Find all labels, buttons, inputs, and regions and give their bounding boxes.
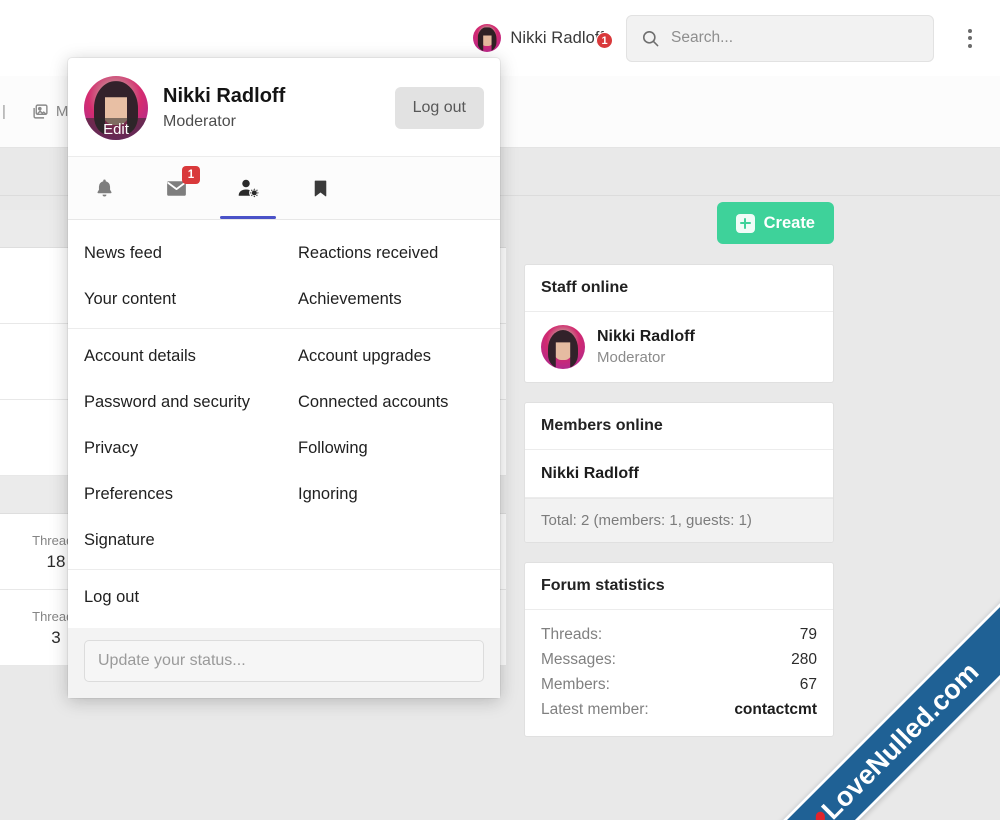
members-online-total: Total: 2 (members: 1, guests: 1) <box>525 498 833 542</box>
account-dropdown-header: Edit Nikki Radloff Moderator Log out <box>68 58 500 156</box>
menu-line: Password and security Connected accounts <box>68 379 500 425</box>
nav-divider: | <box>2 103 6 120</box>
menu-line: Preferences Ignoring <box>68 471 500 517</box>
edit-avatar-button[interactable]: Edit <box>84 118 148 140</box>
nav-item-label: M <box>55 103 69 120</box>
menu-item-preferences[interactable]: Preferences <box>68 471 282 517</box>
staff-member-role: Moderator <box>597 349 666 366</box>
menu-item-account-upgrades[interactable]: Account upgrades <box>282 333 496 379</box>
menu-item-account-details[interactable]: Account details <box>68 333 282 379</box>
user-menu-trigger[interactable]: Nikki Radloff 1 <box>473 24 614 52</box>
status-update-area <box>68 628 500 698</box>
members-online-title: Members online <box>525 403 833 450</box>
menu-line: Your content Achievements <box>68 276 500 322</box>
forum-statistics-title: Forum statistics <box>525 563 833 610</box>
account-dropdown-links: News feed Reactions received Your conten… <box>68 220 500 628</box>
menu-item-your-content[interactable]: Your content <box>68 276 282 322</box>
create-button-label: Create <box>763 213 815 232</box>
list-item[interactable]: Nikki Radloff Moderator <box>525 312 833 382</box>
stat-value: 67 <box>799 675 817 693</box>
forum-statistics-body: Threads: 79 Messages: 280 Members: 67 La… <box>525 610 833 736</box>
staff-online-block: Staff online Nikki Radloff Moderator <box>524 264 834 383</box>
media-icon <box>33 104 48 119</box>
create-button[interactable]: Create <box>716 202 834 244</box>
menu-line: Account details Account upgrades <box>68 333 500 379</box>
menu-item-connected-accounts[interactable]: Connected accounts <box>282 379 496 425</box>
search-icon <box>642 30 659 46</box>
avatar[interactable] <box>541 325 585 369</box>
more-vertical-icon[interactable] <box>948 16 992 60</box>
kebab-dot <box>968 28 972 33</box>
account-name: Nikki Radloff <box>163 84 286 107</box>
bell-icon <box>96 178 112 197</box>
menu-item-following[interactable]: Following <box>282 425 496 471</box>
menu-line: News feed Reactions received <box>68 230 500 276</box>
forum-statistics-block: Forum statistics Threads: 79 Messages: 2… <box>524 562 834 737</box>
status-badge: 1 <box>596 32 613 49</box>
menu-item-empty <box>282 517 496 563</box>
menu-group: Log out <box>68 570 500 626</box>
menu-item-password-and-security[interactable]: Password and security <box>68 379 282 425</box>
tab-bookmarks[interactable] <box>284 157 356 219</box>
search-placeholder: Search... <box>671 29 734 46</box>
sidebar: Create Staff online Nikki Radloff Modera… <box>524 202 834 756</box>
plus-icon <box>735 213 755 233</box>
search-input[interactable]: Search... <box>626 14 934 62</box>
staff-member-name[interactable]: Nikki Radloff <box>597 326 695 347</box>
account-role: Moderator <box>163 112 236 130</box>
member-name[interactable]: Nikki Radloff <box>541 463 639 484</box>
stat-line: Messages: 280 <box>541 647 817 672</box>
menu-group: News feed Reactions received Your conten… <box>68 226 500 329</box>
menu-item-reactions-received[interactable]: Reactions received <box>282 230 496 276</box>
menu-item-achievements[interactable]: Achievements <box>282 276 496 322</box>
menu-item-ignoring[interactable]: Ignoring <box>282 471 496 517</box>
stat-line: Members: 67 <box>541 672 817 697</box>
user-name-label: Nikki Radloff <box>510 28 604 47</box>
menu-item-log-out[interactable]: Log out <box>68 574 282 620</box>
heart-icon <box>805 815 826 820</box>
stat-key: Members: <box>541 675 610 693</box>
account-dropdown: Edit Nikki Radloff Moderator Log out 1 N… <box>68 58 500 698</box>
user-gear-icon <box>238 179 259 197</box>
members-online-block: Members online Nikki Radloff Total: 2 (m… <box>524 402 834 543</box>
staff-online-title: Staff online <box>525 265 833 312</box>
bookmark-icon <box>314 180 326 196</box>
avatar[interactable] <box>473 24 502 52</box>
menu-item-privacy[interactable]: Privacy <box>68 425 282 471</box>
status-badge: 1 <box>182 166 200 184</box>
stat-line: Latest member: contactcmt <box>541 697 817 722</box>
stat-line: Threads: 79 <box>541 622 817 647</box>
list-item[interactable]: Nikki Radloff <box>525 450 833 498</box>
stat-key: Latest member: <box>541 700 649 718</box>
menu-line: Log out <box>68 574 500 620</box>
app-root: Nikki Radloff 1 Search... | M Threads 18… <box>0 0 1000 820</box>
stat-value: 280 <box>791 650 817 668</box>
stat-value[interactable]: contactcmt <box>734 701 817 719</box>
menu-item-signature[interactable]: Signature <box>68 517 282 563</box>
tab-alerts[interactable] <box>68 157 140 219</box>
menu-item-news-feed[interactable]: News feed <box>68 230 282 276</box>
menu-group: Account details Account upgrades Passwor… <box>68 329 500 570</box>
logout-button[interactable]: Log out <box>394 87 484 129</box>
menu-line: Privacy Following <box>68 425 500 471</box>
tab-conversations[interactable]: 1 <box>140 157 212 219</box>
account-dropdown-tabs: 1 <box>68 156 500 220</box>
menu-line: Signature <box>68 517 500 563</box>
avatar[interactable]: Edit <box>84 76 148 140</box>
stat-value: 79 <box>799 625 817 643</box>
stat-key: Messages: <box>541 650 616 668</box>
tab-account[interactable] <box>212 157 284 219</box>
kebab-dot <box>968 36 972 40</box>
status-input[interactable] <box>84 640 484 682</box>
nav-item-media[interactable]: M <box>32 103 69 120</box>
staff-member-info: Nikki Radloff Moderator <box>597 326 695 368</box>
stat-key: Threads: <box>541 625 603 643</box>
account-identity: Nikki Radloff Moderator <box>163 83 380 134</box>
kebab-dot <box>968 43 972 48</box>
